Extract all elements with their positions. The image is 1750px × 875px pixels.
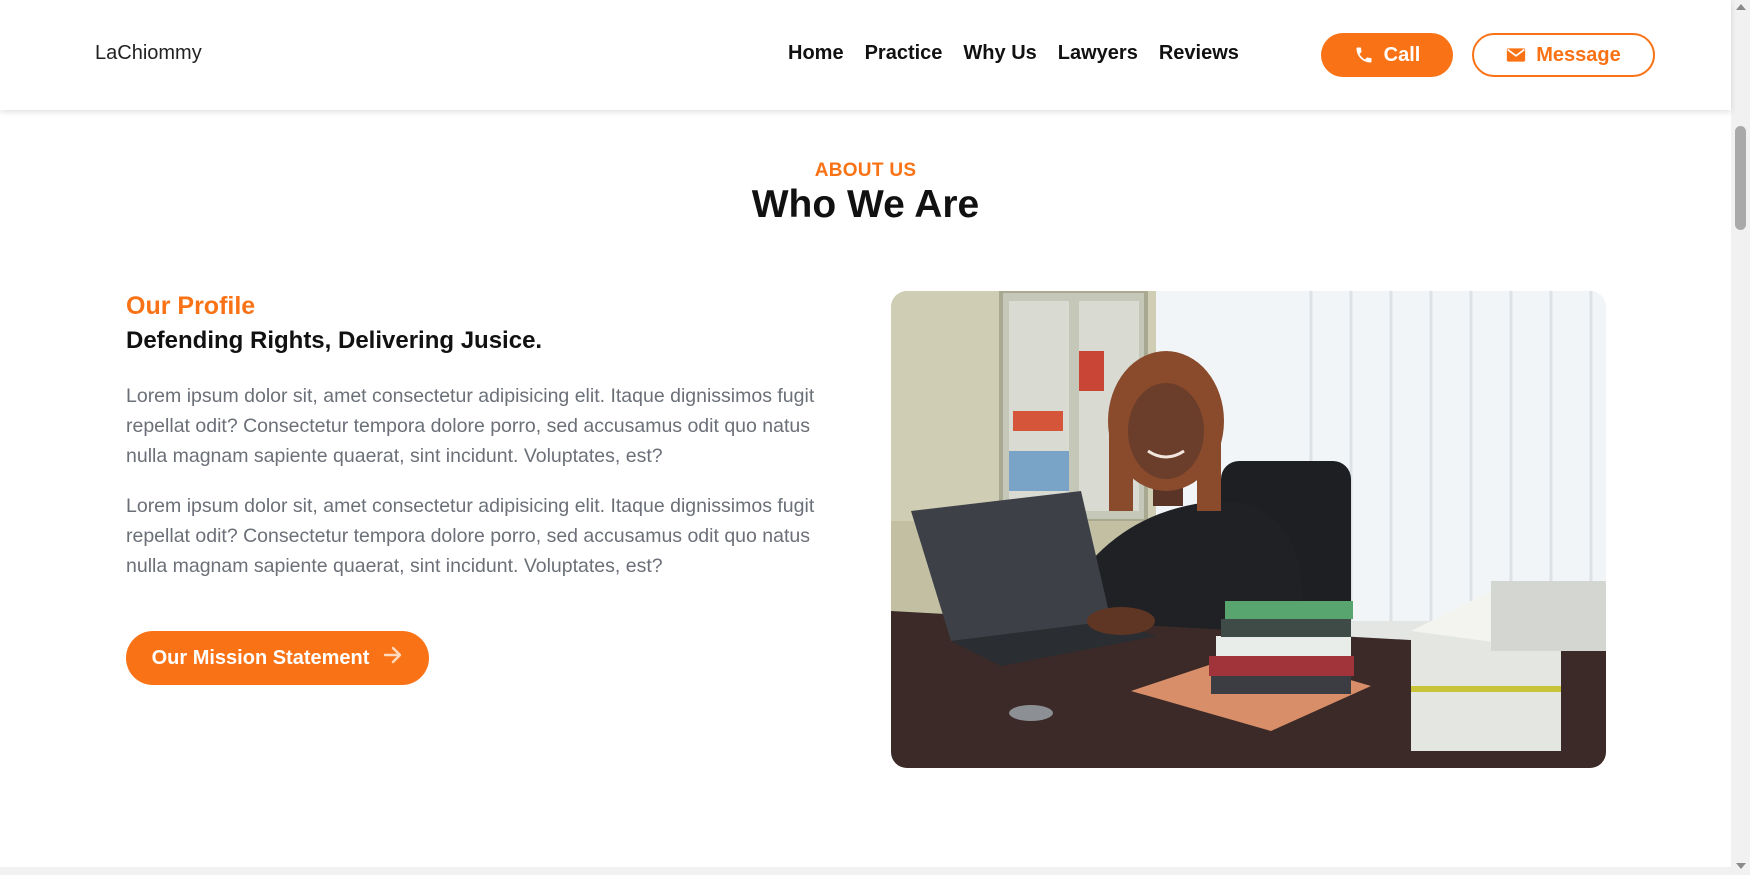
scroll-thumb[interactable]: [1735, 126, 1746, 230]
phone-icon: [1354, 45, 1374, 65]
message-button[interactable]: Message: [1472, 33, 1655, 77]
nav-home[interactable]: Home: [788, 42, 844, 65]
chevron-down-icon[interactable]: [1736, 863, 1746, 869]
nav-reviews[interactable]: Reviews: [1159, 42, 1239, 65]
profile-label: Our Profile: [126, 292, 256, 320]
nav-lawyers[interactable]: Lawyers: [1058, 42, 1138, 65]
envelope-icon: [1506, 47, 1526, 63]
profile-paragraph-2: Lorem ipsum dolor sit, amet consectetur …: [126, 495, 815, 577]
section-eyebrow: ABOUT US: [814, 160, 917, 181]
office-photo: [891, 291, 1606, 768]
arrow-right-icon: [383, 646, 403, 670]
chevron-up-icon[interactable]: [1736, 4, 1746, 10]
call-button-label: Call: [1383, 43, 1421, 66]
logo[interactable]: LaChiommy: [95, 42, 202, 65]
profile-paragraph-1: Lorem ipsum dolor sit, amet consectetur …: [126, 385, 815, 467]
page: LaChiommy Home Practice Why Us Lawyers R…: [0, 0, 1750, 875]
nav-practice[interactable]: Practice: [865, 42, 943, 65]
next-section-edge: [0, 867, 1731, 875]
profile-heading: Defending Rights, Delivering Jusice.: [126, 327, 543, 354]
call-button[interactable]: Call: [1321, 33, 1453, 77]
site-header: LaChiommy Home Practice Why Us Lawyers R…: [0, 0, 1731, 110]
mission-statement-label: Our Mission Statement: [151, 646, 370, 669]
section-title: Who We Are: [751, 183, 980, 226]
vertical-scrollbar[interactable]: [1731, 0, 1750, 875]
main-nav: Home Practice Why Us Lawyers Reviews: [788, 42, 1239, 65]
message-button-label: Message: [1536, 43, 1621, 66]
mission-statement-button[interactable]: Our Mission Statement: [126, 631, 429, 685]
nav-why-us[interactable]: Why Us: [963, 42, 1036, 65]
